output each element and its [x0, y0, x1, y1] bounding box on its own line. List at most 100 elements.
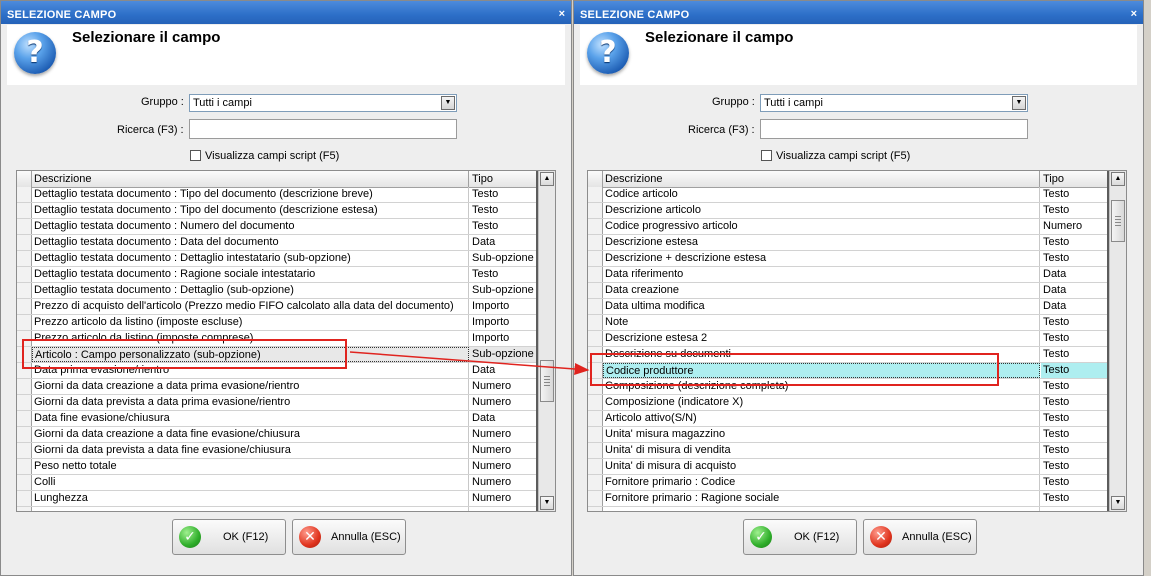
chevron-down-icon[interactable]: ▼	[1012, 96, 1026, 110]
table-row[interactable]: Dettaglio testata documento : Data del d…	[17, 234, 540, 251]
table-row[interactable]: Codice articolo Testo	[588, 186, 1111, 203]
row-indicator[interactable]	[588, 459, 603, 474]
row-indicator[interactable]	[588, 235, 603, 250]
table-row[interactable]: Giorni da data prevista a data fine evas…	[17, 442, 540, 459]
table-row[interactable]: Data riferimento Data	[588, 266, 1111, 283]
scroll-up-icon[interactable]: ▲	[540, 172, 554, 186]
vertical-scrollbar[interactable]: ▲ ▼	[1109, 171, 1126, 511]
cell-tipo: Testo	[1043, 492, 1070, 504]
script-fields-checkbox[interactable]	[190, 150, 201, 161]
table-row[interactable]: Giorni da data creazione a data fine eva…	[17, 426, 540, 443]
table-row[interactable]: Colli Numero	[17, 474, 540, 491]
table-row[interactable]: Descrizione estesa Testo	[588, 234, 1111, 251]
table-row[interactable]: Dettaglio testata documento : Dettaglio …	[17, 282, 540, 299]
table-row[interactable]	[17, 506, 540, 511]
cancel-button[interactable]: ✕ Annulla (ESC)	[292, 519, 406, 555]
row-indicator[interactable]	[588, 395, 603, 410]
row-indicator[interactable]	[17, 203, 32, 218]
ok-button[interactable]: ✓ OK (F12)	[172, 519, 286, 555]
row-indicator[interactable]	[588, 251, 603, 266]
row-indicator[interactable]	[17, 315, 32, 330]
cell-tipo: Testo	[472, 220, 499, 232]
row-indicator[interactable]	[17, 491, 32, 506]
row-indicator[interactable]	[17, 443, 32, 458]
row-indicator[interactable]	[588, 491, 603, 506]
ricerca-input[interactable]	[189, 119, 457, 139]
script-fields-checkbox[interactable]	[761, 150, 772, 161]
table-row[interactable]: Composizione (indicatore X) Testo	[588, 394, 1111, 411]
row-indicator[interactable]	[588, 475, 603, 490]
row-indicator[interactable]	[17, 395, 32, 410]
row-indicator[interactable]	[17, 507, 32, 511]
ricerca-input[interactable]	[760, 119, 1028, 139]
row-indicator[interactable]	[17, 235, 32, 250]
table-row[interactable]: Fornitore primario : Ragione sociale Test…	[588, 490, 1111, 507]
row-indicator[interactable]	[17, 267, 32, 282]
table-row[interactable]: Unita' di misura di vendita Testo	[588, 442, 1111, 459]
column-header-descrizione[interactable]: Descrizione	[603, 171, 1040, 187]
row-indicator[interactable]	[17, 411, 32, 426]
row-indicator[interactable]	[17, 475, 32, 490]
scroll-down-icon[interactable]: ▼	[540, 496, 554, 510]
table-row[interactable]: Data fine evasione/chiusura Data	[17, 410, 540, 427]
row-indicator[interactable]	[588, 315, 603, 330]
close-icon[interactable]: ×	[559, 8, 565, 20]
vertical-scrollbar[interactable]: ▲ ▼	[538, 171, 555, 511]
table-row[interactable]: Unita' di misura di acquisto Testo	[588, 458, 1111, 475]
row-indicator[interactable]	[17, 299, 32, 314]
ok-button[interactable]: ✓ OK (F12)	[743, 519, 857, 555]
table-row[interactable]: Fornitore primario : Codice Testo	[588, 474, 1111, 491]
row-indicator[interactable]	[588, 443, 603, 458]
scroll-thumb[interactable]	[540, 360, 554, 402]
table-row[interactable]	[588, 506, 1111, 511]
table-row[interactable]: Articolo attivo(S/N) Testo	[588, 410, 1111, 427]
row-indicator[interactable]	[17, 379, 32, 394]
scroll-down-icon[interactable]: ▼	[1111, 496, 1125, 510]
table-row[interactable]: Dettaglio testata documento : Numero del…	[17, 218, 540, 235]
row-indicator[interactable]	[588, 411, 603, 426]
row-indicator[interactable]	[17, 283, 32, 298]
table-row[interactable]: Descrizione estesa 2 Testo	[588, 330, 1111, 347]
row-indicator[interactable]	[588, 219, 603, 234]
row-indicator[interactable]	[17, 187, 32, 202]
gruppo-select[interactable]: Tutti i campi ▼	[760, 94, 1028, 112]
column-header-descrizione[interactable]: Descrizione	[32, 171, 469, 187]
row-indicator[interactable]	[588, 203, 603, 218]
table-row[interactable]: Data ultima modifica Data	[588, 298, 1111, 315]
scroll-thumb[interactable]	[1111, 200, 1125, 242]
row-indicator[interactable]	[588, 299, 603, 314]
row-indicator[interactable]	[588, 331, 603, 346]
table-row[interactable]: Peso netto totale Numero	[17, 458, 540, 475]
row-indicator[interactable]	[17, 459, 32, 474]
table-row[interactable]: Descrizione articolo Testo	[588, 202, 1111, 219]
scroll-up-icon[interactable]: ▲	[1111, 172, 1125, 186]
row-indicator[interactable]	[588, 187, 603, 202]
cancel-button[interactable]: ✕ Annulla (ESC)	[863, 519, 977, 555]
column-header-tipo[interactable]: Tipo	[470, 171, 536, 187]
table-row[interactable]: Descrizione + descrizione estesa Testo	[588, 250, 1111, 267]
row-indicator[interactable]	[588, 283, 603, 298]
table-row[interactable]: Dettaglio testata documento : Dettaglio …	[17, 250, 540, 267]
chevron-down-icon[interactable]: ▼	[441, 96, 455, 110]
table-row[interactable]: Dettaglio testata documento : Tipo del d…	[17, 202, 540, 219]
row-indicator[interactable]	[17, 427, 32, 442]
table-row[interactable]: Codice progressivo articolo Numero	[588, 218, 1111, 235]
row-indicator[interactable]	[17, 251, 32, 266]
table-row[interactable]: Giorni da data creazione a data prima ev…	[17, 378, 540, 395]
table-row[interactable]: Giorni da data prevista a data prima eva…	[17, 394, 540, 411]
row-indicator[interactable]	[588, 427, 603, 442]
gruppo-select[interactable]: Tutti i campi ▼	[189, 94, 457, 112]
column-header-tipo[interactable]: Tipo	[1041, 171, 1107, 187]
table-row[interactable]: Lunghezza Numero	[17, 490, 540, 507]
table-row[interactable]: Dettaglio testata documento : Ragione so…	[17, 266, 540, 283]
table-row[interactable]: Data creazione Data	[588, 282, 1111, 299]
table-row[interactable]: Prezzo di acquisto dell'articolo (Prezzo…	[17, 298, 540, 315]
row-indicator[interactable]	[17, 219, 32, 234]
table-row[interactable]: Note Testo	[588, 314, 1111, 331]
table-row[interactable]: Dettaglio testata documento : Tipo del d…	[17, 186, 540, 203]
table-row[interactable]: Unita' misura magazzino Testo	[588, 426, 1111, 443]
table-row[interactable]: Prezzo articolo da listino (imposte escl…	[17, 314, 540, 331]
close-icon[interactable]: ×	[1131, 8, 1137, 20]
row-indicator[interactable]	[588, 507, 603, 511]
row-indicator[interactable]	[588, 267, 603, 282]
